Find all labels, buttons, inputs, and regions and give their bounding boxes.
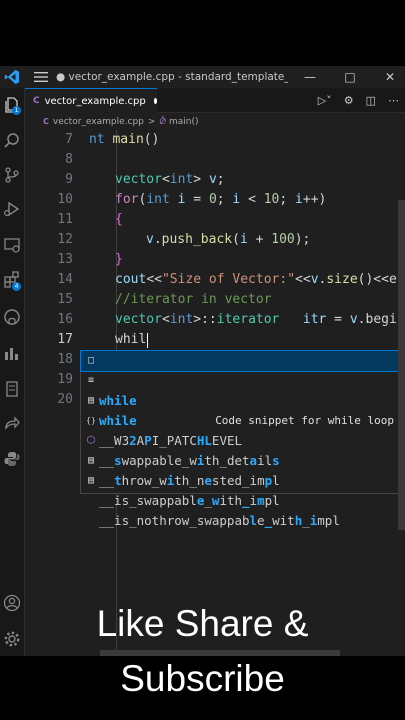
testing-icon[interactable] (3, 344, 21, 362)
suggest-widget: □ while Code snippet for while loop ≡ wh… (80, 350, 403, 528)
struct-icon: ▤ (87, 455, 95, 466)
vertical-scrollbar[interactable] (398, 200, 405, 530)
code-line: 15//iterator in vector (57, 292, 272, 307)
suggestion-item[interactable]: ⬡ __throw_with_nested_impl (81, 431, 402, 488)
snippet-icon: □ (87, 355, 95, 366)
code-line: 8 (65, 152, 73, 167)
method-icon: ⦲ (159, 116, 166, 127)
breadcrumb-symbol[interactable]: main() (169, 117, 199, 127)
source-control-icon[interactable] (3, 166, 21, 184)
keyword-icon: ≡ (87, 375, 95, 386)
python-icon[interactable] (3, 450, 21, 468)
overlay-line-1: Like Share & (96, 603, 309, 644)
code-line: 16 vector<int>::iterator itr = v.begi (57, 312, 397, 327)
text-cursor (147, 333, 148, 348)
code-line-current: 17 whil (57, 332, 148, 348)
breadcrumb-file[interactable]: vector_example.cpp (53, 117, 144, 127)
suggestion-item[interactable]: □ while Code snippet for while loop (80, 350, 403, 427)
menu-icon[interactable] (34, 72, 48, 82)
split-editor-icon[interactable]: ◫ (366, 94, 376, 107)
constant-icon: ▤ (87, 395, 95, 406)
subscribe-overlay: Like Share & Subscribe (0, 596, 405, 706)
video-top-black (0, 0, 405, 66)
overlay-line-2: Subscribe (120, 658, 285, 699)
suggestion-item[interactable]: {} __swappable_with_details (81, 411, 402, 468)
editor-actions: ▷˅ ⚙ ◫ ⋯ (312, 88, 405, 112)
tab-bar: C vector_example.cpp ▷˅ ⚙ ◫ ⋯ (25, 88, 405, 113)
code-line: 13} (57, 252, 123, 267)
share-icon[interactable] (3, 414, 21, 432)
settings-icon[interactable]: ⚙ (344, 94, 354, 107)
minimize-icon[interactable]: — (299, 66, 321, 88)
code-line: 14 cout<<"Size of Vector:"<<v.size()<<e (57, 272, 397, 287)
tab-vector-example[interactable]: C vector_example.cpp (25, 88, 157, 113)
namespace-icon: {} (86, 416, 96, 425)
code-line: 11{ (57, 212, 123, 227)
close-icon[interactable]: ✕ (379, 66, 401, 88)
tab-label: vector_example.cpp (44, 95, 146, 107)
github-icon[interactable] (3, 308, 21, 326)
run-debug-icon[interactable] (3, 200, 21, 218)
suggestion-item[interactable]: ▤ __W32API_PATCHLEVEL (81, 391, 402, 448)
suggestion-item[interactable]: ≡ while (81, 371, 402, 428)
activity-bar: 1 4 (0, 88, 25, 656)
cpp-file-icon: C (43, 117, 49, 126)
run-icon[interactable]: ▷˅ (318, 94, 332, 107)
code-line: 10 for(int i = 0; i < 10; i++) (57, 192, 327, 207)
window-title: ● vector_example.cpp - standard_template… (56, 71, 288, 83)
suggestion-item[interactable]: ▤ __is_nothrow_swappable_with_impl (81, 471, 402, 528)
class-icon: ⬡ (86, 435, 96, 446)
notebook-icon[interactable] (3, 380, 21, 398)
code-line: 9 vector<int> v; (65, 172, 225, 187)
code-line: 7 nt main() (65, 132, 160, 147)
search-icon[interactable] (3, 132, 21, 150)
vscode-logo-icon (4, 70, 19, 84)
unsaved-dot-icon (153, 98, 157, 104)
struct-icon: ▤ (87, 475, 95, 486)
explorer-badge: 1 (12, 106, 21, 115)
cpp-file-icon: C (33, 96, 40, 106)
remote-explorer-icon[interactable] (3, 236, 21, 254)
more-actions-icon[interactable]: ⋯ (388, 94, 399, 107)
suggestion-item[interactable]: ▤ __is_swappable_with_impl (81, 451, 402, 508)
breadcrumb-separator: > (147, 116, 156, 127)
maximize-icon[interactable]: □ (339, 66, 361, 88)
code-line: 12 v.push_back(i + 100); (57, 232, 311, 247)
extensions-badge: 4 (12, 282, 21, 291)
breadcrumb: C vector_example.cpp > ⦲ main() (25, 113, 405, 130)
